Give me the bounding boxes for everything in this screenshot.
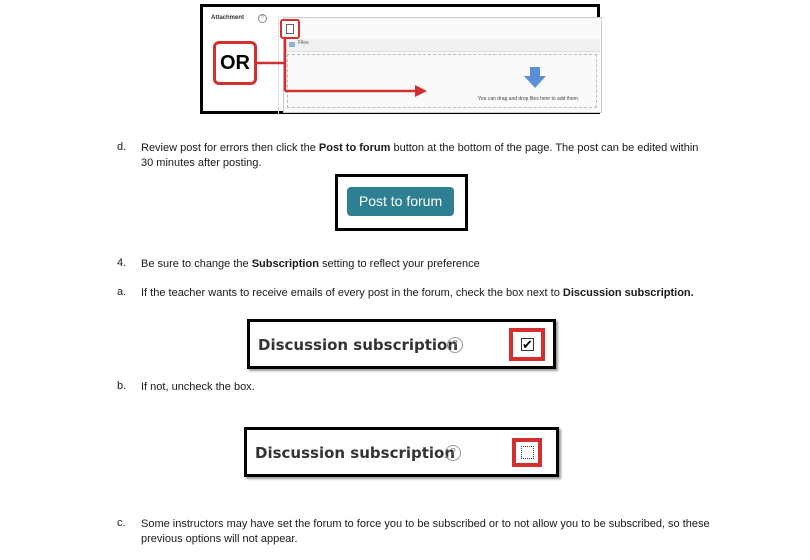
step-c-text: Some instructors may have set the forum … xyxy=(141,518,710,545)
connector-arrows xyxy=(257,39,427,97)
step-a-text: If the teacher wants to receive emails o… xyxy=(141,287,694,299)
subscription-unchecked-figure: Discussion subscription ? xyxy=(244,427,559,477)
subscription-label: Discussion subscription xyxy=(255,444,456,462)
checkmark-icon: ✔ xyxy=(522,337,533,352)
step-4-text: Be sure to change the Subscription setti… xyxy=(141,258,480,270)
or-label: OR xyxy=(213,41,257,85)
checkbox-highlight: ✔ xyxy=(509,328,545,361)
discussion-subscription-checkbox[interactable] xyxy=(521,446,534,459)
discussion-subscription-checkbox[interactable]: ✔ xyxy=(521,338,534,351)
subscription-label: Discussion subscription xyxy=(258,336,459,354)
step-b-text: If not, uncheck the box. xyxy=(141,381,255,393)
step-b-marker: b. xyxy=(117,380,127,392)
help-icon: ? xyxy=(447,337,463,353)
post-to-forum-button[interactable]: Post to forum xyxy=(347,187,454,216)
step-4-marker: 4. xyxy=(117,257,127,269)
attachment-figure: Attachment ? Files You can drag and drop… xyxy=(200,4,602,115)
step-a-marker: a. xyxy=(117,286,127,298)
subscription-checked-figure: Discussion subscription ? ✔ xyxy=(247,319,556,369)
step-d-marker: d. xyxy=(117,141,127,153)
help-icon: ? xyxy=(445,445,461,461)
checkbox-highlight xyxy=(512,438,542,467)
post-to-forum-figure: Post to forum xyxy=(335,174,468,231)
step-d-text: Review post for errors then click the Po… xyxy=(141,142,699,169)
step-c-marker: c. xyxy=(117,517,126,529)
